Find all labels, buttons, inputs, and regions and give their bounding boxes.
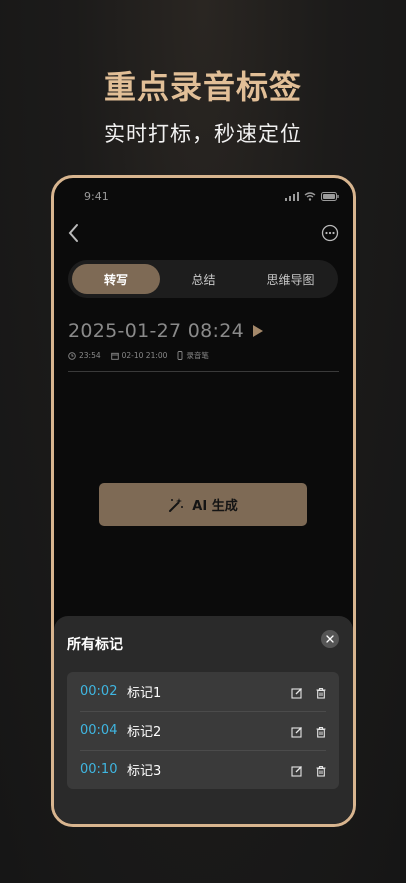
ai-generate-label: AI 生成	[192, 499, 238, 514]
mark-row[interactable]: 00:10 标记3	[67, 750, 339, 789]
ai-generate-button[interactable]: AI 生成	[99, 483, 307, 526]
status-time: 9:41	[84, 190, 109, 203]
mark-timestamp[interactable]: 00:02	[80, 684, 127, 699]
delete-icon[interactable]	[315, 684, 327, 699]
mark-actions	[291, 762, 327, 777]
marks-list: 00:02 标记1 00:04 标记2 00:10 标记3	[67, 672, 339, 789]
more-icon[interactable]	[321, 224, 339, 242]
view-tabs: 转写 总结 思维导图	[68, 260, 338, 298]
promo-page: 重点录音标签 实时打标，秒速定位 9:41 转写 总结 思维导图 2025-01…	[0, 0, 406, 883]
battery-icon	[321, 192, 339, 201]
recording-title: 2025-01-27 08:24	[68, 320, 245, 342]
status-bar: 9:41	[54, 188, 353, 208]
date-meta: 02-10 21:00	[110, 351, 168, 360]
tab-mindmap[interactable]: 思维导图	[247, 264, 334, 294]
magic-wand-icon	[169, 497, 184, 512]
mark-row[interactable]: 00:02 标记1	[67, 672, 339, 711]
promo-headline: 重点录音标签	[103, 68, 302, 106]
mark-timestamp[interactable]: 00:04	[80, 723, 127, 738]
mark-row[interactable]: 00:04 标记2	[67, 711, 339, 750]
status-icons	[285, 192, 339, 201]
back-icon[interactable]	[66, 222, 82, 244]
close-icon	[326, 635, 334, 643]
source-text: 录音笔	[186, 351, 209, 360]
mark-label: 标记1	[127, 686, 162, 701]
sheet-title: 所有标记	[67, 637, 123, 653]
wifi-icon	[304, 192, 316, 201]
recorder-icon	[177, 351, 183, 360]
signal-icon	[285, 192, 299, 201]
mark-actions	[291, 723, 327, 738]
source-meta: 录音笔	[177, 350, 209, 361]
delete-icon[interactable]	[315, 723, 327, 738]
close-button[interactable]	[321, 630, 339, 648]
header-divider	[68, 371, 339, 372]
mark-label: 标记3	[127, 764, 162, 779]
mark-label: 标记2	[127, 725, 162, 740]
delete-icon[interactable]	[315, 762, 327, 777]
recording-meta: 23:54 02-10 21:00 录音笔	[68, 350, 209, 361]
phone-frame: 9:41 转写 总结 思维导图 2025-01-27 08:24 23:54 0…	[51, 175, 356, 827]
duration-text: 23:54	[79, 351, 101, 360]
mark-timestamp[interactable]: 00:10	[80, 762, 127, 777]
tab-transcript[interactable]: 转写	[72, 264, 160, 294]
date-text: 02-10 21:00	[121, 351, 168, 360]
tab-summary[interactable]: 总结	[160, 264, 247, 294]
duration-meta: 23:54	[68, 351, 101, 360]
edit-icon[interactable]	[291, 684, 303, 699]
clock-icon	[68, 351, 76, 360]
calendar-icon	[110, 352, 119, 360]
promo-subline: 实时打标，秒速定位	[104, 122, 302, 146]
edit-icon[interactable]	[291, 762, 303, 777]
recording-header: 2025-01-27 08:24	[68, 320, 264, 342]
marks-sheet: 所有标记 00:02 标记1 00:04 标记2 00:10 标记3	[54, 616, 353, 824]
nav-bar	[54, 218, 353, 248]
edit-icon[interactable]	[291, 723, 303, 738]
mark-actions	[291, 684, 327, 699]
play-icon[interactable]	[252, 324, 264, 338]
